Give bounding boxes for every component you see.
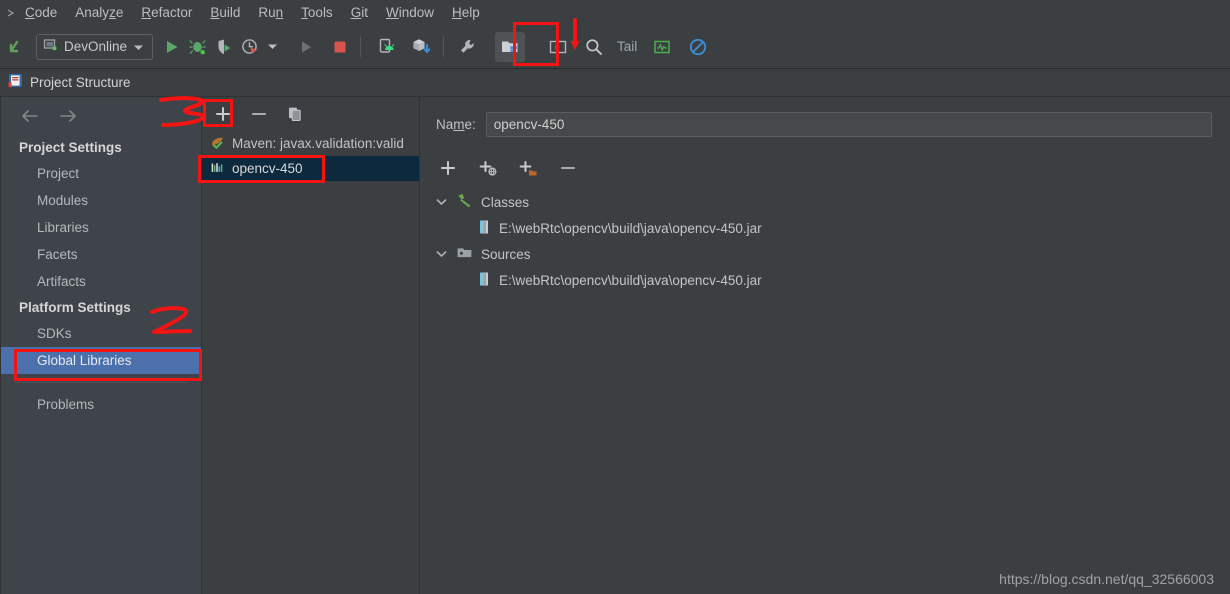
menu-item-git[interactable]: Git [342,0,377,25]
library-name-row: Name: [420,97,1230,151]
jar-file-icon [477,219,491,238]
selection-stripe [1,347,5,374]
menu-item-window[interactable]: Window [377,0,443,25]
sources-folder-icon [456,244,473,264]
maven-library-icon [210,135,225,153]
tail-label[interactable]: Tail [613,39,641,54]
library-list-toolbar [202,97,419,131]
search-icon[interactable] [581,32,607,62]
monitor-icon[interactable] [649,32,675,62]
jar-file-icon [477,271,491,290]
tree-node-classes[interactable]: Classes [420,189,1230,215]
menu-item-build[interactable]: Build [201,0,249,25]
classes-icon [456,192,473,212]
menu-overflow-icon[interactable] [6,0,16,28]
list-item-label: opencv-450 [232,161,303,176]
remove-library-button[interactable] [248,103,270,125]
list-item[interactable]: Maven: javax.validation:valid [202,131,419,156]
terminal-icon[interactable] [545,32,571,62]
tree-node-sources[interactable]: Sources [420,241,1230,267]
run-icon[interactable] [159,32,185,62]
run-config-icon [42,36,58,57]
sidebar-item-problems[interactable]: Problems [1,391,201,418]
menu-item-run[interactable]: Run [249,0,292,25]
sidebar-navigation [1,97,201,135]
library-roots-toolbar [420,151,1230,185]
list-item[interactable]: opencv-450 [202,156,419,181]
back-arrow-icon[interactable] [4,32,30,62]
menu-item-analyze[interactable]: Analyze [66,0,132,25]
watermark-text: https://blog.csdn.net/qq_32566003 [999,571,1214,587]
chevron-down-icon[interactable] [133,38,144,56]
add-url-button[interactable] [476,157,500,179]
sidebar-item-global-libraries[interactable]: Global Libraries [1,347,201,374]
settings-wrench-icon[interactable] [455,32,481,62]
sidebar-item-sdks[interactable]: SDKs [1,320,201,347]
library-list[interactable]: Maven: javax.validation:valid opencv-450 [202,131,419,594]
main-toolbar: DevOnline Tail [0,25,1230,68]
menu-item-tools[interactable]: Tools [292,0,342,25]
block-icon[interactable] [685,32,711,62]
debug-icon[interactable] [185,32,211,62]
chevron-down-icon[interactable] [434,250,448,258]
profile-icon[interactable] [237,32,263,62]
add-directory-button[interactable] [516,157,540,179]
sidebar-group-header-project-settings: Project Settings [19,140,122,155]
stop-icon[interactable] [327,32,353,62]
forward-arrow-icon[interactable] [57,105,79,127]
sidebar-divider [15,382,187,383]
add-file-button[interactable] [436,157,460,179]
sidebar-item-project[interactable]: Project [1,160,201,187]
menu-bar: Code Analyze Refactor Build Run Tools Gi… [0,0,1230,25]
add-library-button[interactable] [212,103,234,125]
toolbar-divider [443,36,445,57]
chevron-down-icon[interactable] [434,198,448,206]
sidebar-item-modules[interactable]: Modules [1,187,201,214]
tree-node-sources-jar[interactable]: E:\webRtc\opencv\build\java\opencv-450.j… [420,267,1230,293]
name-label: Name: [436,116,476,132]
sdk-manager-icon[interactable] [408,32,434,62]
project-structure-window-icon [8,73,23,93]
settings-sidebar: Project Settings Project Modules Librari… [0,97,202,594]
sidebar-item-libraries[interactable]: Libraries [1,214,201,241]
sidebar-item-label: Global Libraries [37,353,132,368]
copy-library-button[interactable] [284,103,306,125]
tree-node-label: Sources [481,246,531,262]
sidebar-item-artifacts[interactable]: Artifacts [1,268,201,295]
tree-node-label: E:\webRtc\opencv\build\java\opencv-450.j… [499,272,762,288]
back-arrow-icon[interactable] [19,105,41,127]
tree-node-label: E:\webRtc\opencv\build\java\opencv-450.j… [499,220,762,236]
list-item-label: Maven: javax.validation:valid [232,136,404,151]
library-name-input[interactable] [485,111,1212,137]
menu-item-refactor[interactable]: Refactor [132,0,201,25]
sidebar-group-header-platform-settings: Platform Settings [19,300,131,315]
rerun-icon [293,32,319,62]
toolbar-divider [360,36,362,57]
tree-node-classes-jar[interactable]: E:\webRtc\opencv\build\java\opencv-450.j… [420,215,1230,241]
sidebar-item-facets[interactable]: Facets [1,241,201,268]
run-config-label: DevOnline [64,39,128,54]
project-structure-icon[interactable] [495,31,526,62]
run-coverage-icon[interactable] [211,32,237,62]
dialog-title: Project Structure [30,75,131,90]
dialog-body: Project Settings Project Modules Librari… [0,96,1230,594]
dialog-title-bar: Project Structure [0,69,1230,96]
screen-root: Code Analyze Refactor Build Run Tools Gi… [0,0,1230,594]
avd-manager-icon[interactable] [374,32,400,62]
library-list-panel: Maven: javax.validation:valid opencv-450 [202,97,420,594]
jar-library-icon [210,160,225,178]
menu-item-help[interactable]: Help [443,0,489,25]
menu-item-code[interactable]: Code [16,0,66,25]
chevron-down-icon[interactable] [263,32,281,62]
tree-node-label: Classes [481,194,530,210]
run-configuration-selector[interactable]: DevOnline [36,33,154,60]
library-detail-panel: Name: opencv-450 Classes E:\webRtc\openc… [420,97,1230,594]
project-structure-dialog: Project Structure Project Settings Proje… [0,68,1230,594]
remove-entry-button[interactable] [556,157,580,179]
library-roots-tree[interactable]: Classes E:\webRtc\opencv\build\java\open… [420,185,1230,293]
